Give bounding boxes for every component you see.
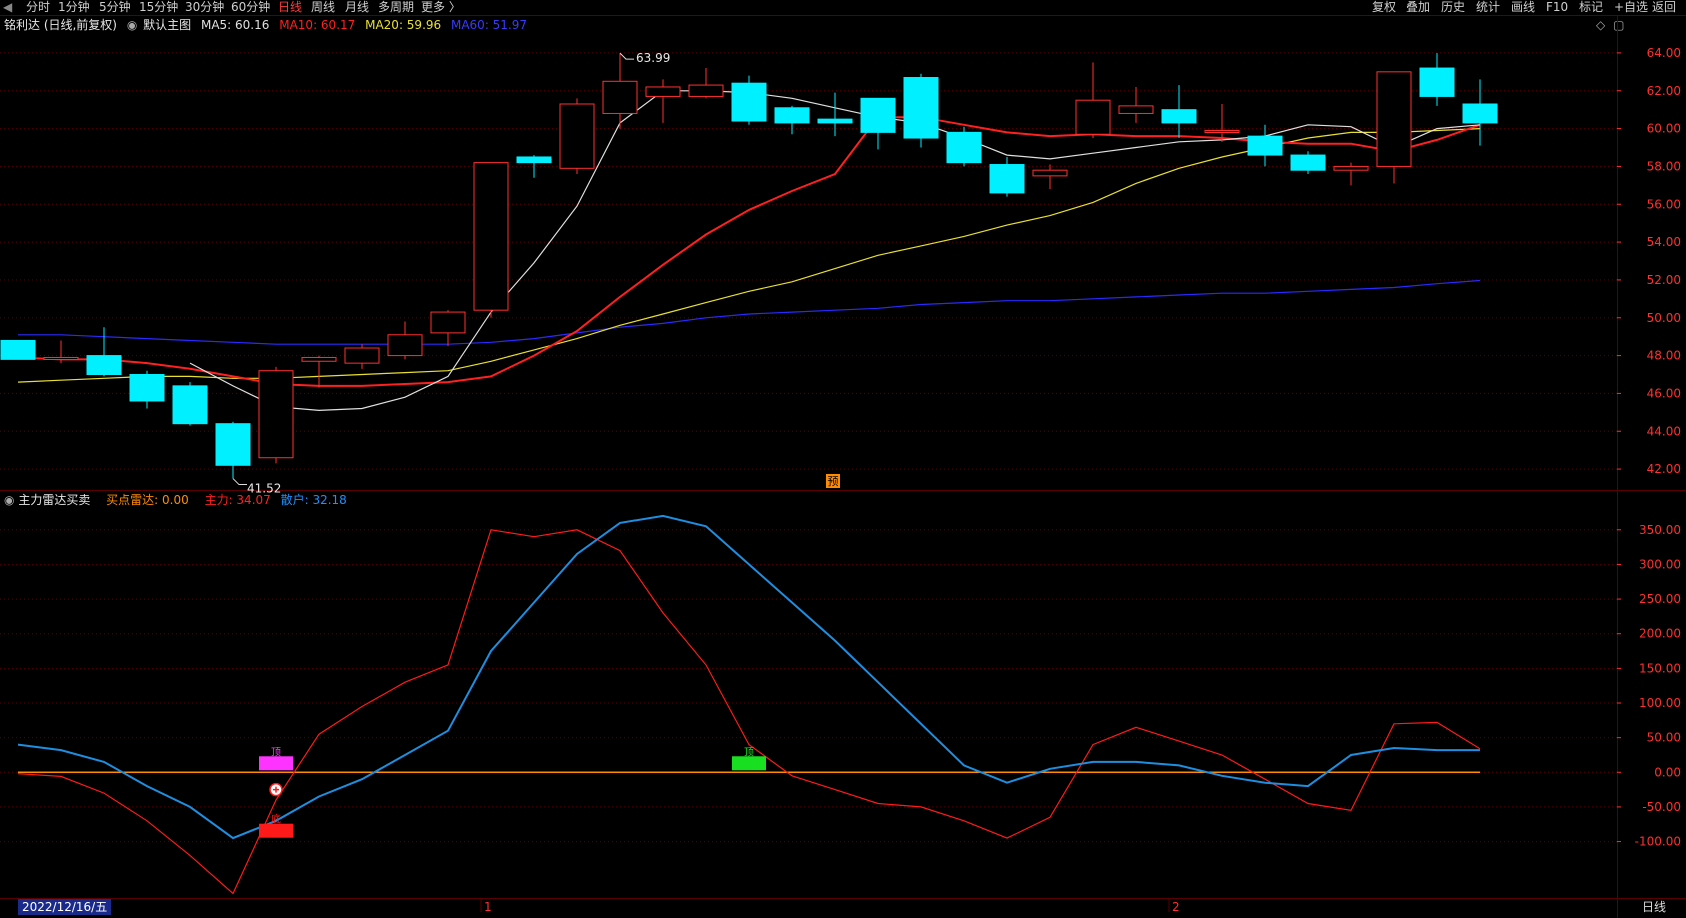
candle-body [946, 131, 982, 164]
price-tick-label: 56.00 [1647, 197, 1681, 211]
low-marker-label: 41.52 [247, 482, 281, 496]
indicator-tick-label: -50.00 [1642, 800, 1681, 814]
signal-marker [259, 756, 293, 771]
candle-body [903, 77, 939, 139]
indicator-tick-label: 50.00 [1647, 731, 1681, 745]
candle-body [602, 80, 638, 114]
signal-marker-label: 顶 [744, 746, 754, 758]
indicator-tick-label: 150.00 [1639, 661, 1681, 675]
price-tick-label: 58.00 [1647, 159, 1681, 173]
candle-body [387, 334, 423, 357]
signal-marker [259, 823, 293, 838]
signal-marker-label: 顶 [271, 746, 281, 758]
price-tick-label: 52.00 [1647, 273, 1681, 287]
candle-body [1118, 105, 1154, 114]
candle-body [258, 370, 294, 459]
candle-body [1204, 129, 1240, 133]
candle-body [1376, 71, 1412, 167]
candle-body [473, 162, 509, 311]
price-tick-label: 50.00 [1647, 311, 1681, 325]
indicator-tick-label: 200.00 [1639, 627, 1681, 641]
candle-body [860, 97, 896, 133]
candle-body [1419, 67, 1455, 97]
high-marker-label: 63.99 [636, 51, 670, 65]
candle-body [516, 156, 552, 164]
ma10-line [17, 116, 1481, 387]
candle-body [688, 84, 724, 97]
candle-body [731, 82, 767, 122]
candle-body [1161, 109, 1197, 124]
low-marker-arrow [232, 478, 247, 486]
price-tick-label: 54.00 [1647, 235, 1681, 249]
candle-body [301, 356, 337, 362]
indicator-tick-label: 350.00 [1639, 523, 1681, 537]
candle-body [817, 118, 853, 124]
candle-body [129, 374, 165, 402]
candle-body [1075, 99, 1111, 135]
candle-body [430, 311, 466, 334]
candle-body [774, 107, 810, 124]
price-tick-label: 64.00 [1647, 46, 1681, 60]
candle-body [645, 86, 681, 97]
indicator-tick-label: -100.00 [1635, 835, 1681, 849]
indicator-tick-label: 100.00 [1639, 696, 1681, 710]
price-tick-label: 46.00 [1647, 386, 1681, 400]
price-tick-label: 62.00 [1647, 84, 1681, 98]
forecast-badge-label: 预 [828, 475, 839, 488]
high-marker-arrow [619, 52, 634, 60]
ma60-line [18, 279, 1481, 345]
candle-body [1462, 103, 1498, 124]
period-label: 日线 [1642, 900, 1667, 914]
signal-marker-label: 底 [271, 813, 281, 826]
price-tick-label: 48.00 [1647, 349, 1681, 363]
indicator-tick-label: 300.00 [1639, 557, 1681, 571]
month-label: 2 [1172, 900, 1180, 914]
candle-body [1333, 165, 1369, 171]
candle-body [1247, 135, 1283, 156]
signal-marker [732, 756, 766, 771]
candle-body [172, 385, 208, 425]
kline-chart-canvas[interactable]: 64.00 62.00 60.00 58.00 56.00 54.00 52.00 50.00… [0, 0, 1686, 918]
candle-body [0, 339, 36, 360]
month-label: 1 [484, 900, 492, 914]
main-force-line [17, 529, 1481, 895]
price-tick-label: 42.00 [1647, 462, 1681, 476]
candle-body [43, 356, 79, 360]
candle-body [215, 423, 251, 466]
price-tick-label: 60.00 [1647, 122, 1681, 136]
indicator-tick-label: 0.00 [1654, 765, 1681, 779]
ma5-line [189, 90, 1481, 412]
candle-body [559, 103, 595, 169]
cursor-date: 2022/12/16/五 [18, 899, 112, 915]
candle-body [1290, 154, 1326, 171]
candle-body [344, 347, 380, 364]
candle-body [989, 164, 1025, 194]
price-tick-label: 44.00 [1647, 424, 1681, 438]
indicator-tick-label: 250.00 [1639, 592, 1681, 606]
candle-body [86, 355, 122, 376]
candle-body [1032, 169, 1068, 177]
